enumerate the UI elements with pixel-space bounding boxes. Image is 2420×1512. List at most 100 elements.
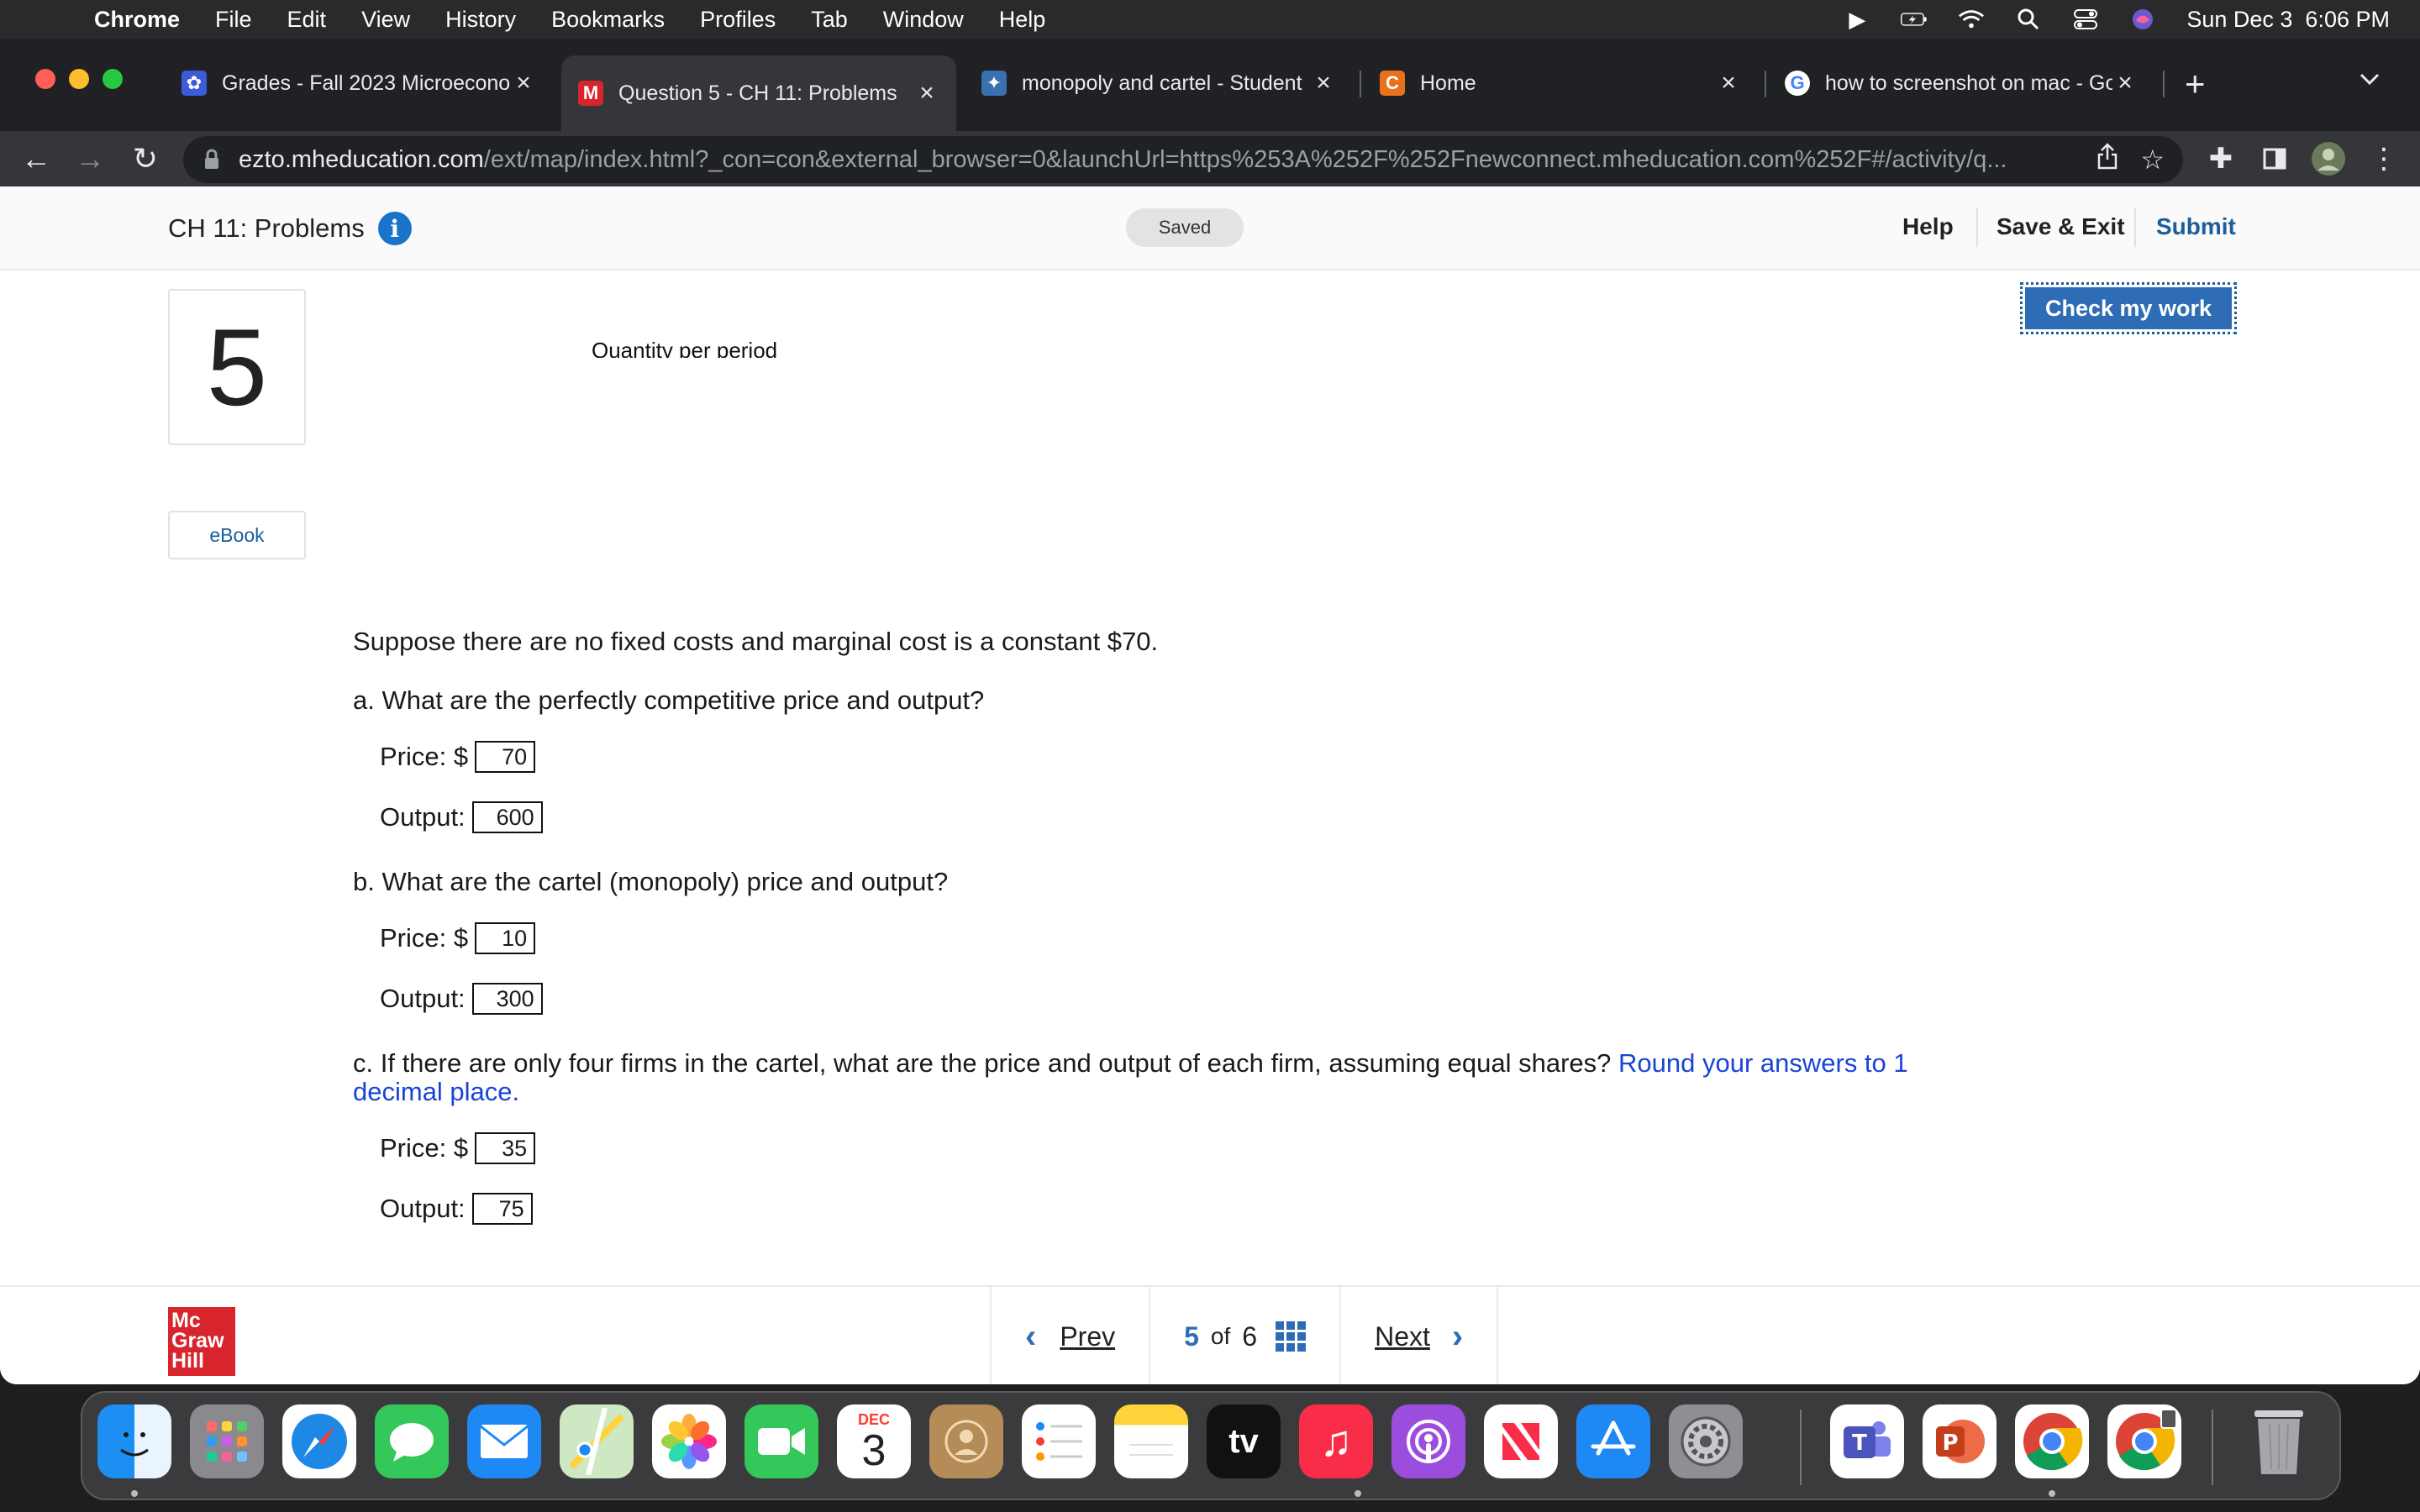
tab-question-5[interactable]: M Question 5 - CH 11: Problems × (561, 55, 956, 131)
system-settings-icon[interactable] (1669, 1404, 1743, 1478)
part-a-price-input[interactable]: 70 (475, 741, 536, 773)
tab-monopoly-cartel[interactable]: ✦ monopoly and cartel - Student × (965, 59, 1353, 108)
output-label: Output: (380, 1194, 466, 1223)
photos-icon[interactable] (652, 1404, 726, 1478)
facetime-icon[interactable] (744, 1404, 818, 1478)
part-c-price-input[interactable]: 35 (475, 1132, 536, 1164)
contacts-icon[interactable] (929, 1404, 1003, 1478)
browser-tab-strip: ✿ Grades - Fall 2023 Microeconomics × M … (0, 39, 2420, 131)
help-link[interactable]: Help (1902, 213, 1954, 240)
close-window-button[interactable] (35, 69, 55, 89)
menu-edit[interactable]: Edit (287, 7, 327, 33)
chevron-left-icon: ‹ (1025, 1317, 1037, 1355)
tab-divider (1765, 71, 1766, 97)
question-index[interactable]: 5 of 6 (1149, 1287, 1339, 1384)
chrome-beta-icon[interactable] (2107, 1404, 2181, 1478)
part-b-price-input[interactable]: 10 (475, 922, 536, 954)
siri-icon[interactable] (2129, 8, 2156, 31)
side-panel-icon[interactable] (2255, 139, 2294, 178)
tab-close-icon[interactable]: × (914, 79, 939, 108)
menu-tab[interactable]: Tab (811, 7, 848, 33)
menu-clock[interactable]: Sun Dec 3 6:06 PM (2186, 7, 2390, 33)
tab-close-icon[interactable]: × (511, 69, 536, 97)
reload-icon[interactable]: ↻ (126, 139, 165, 178)
submit-link[interactable]: Submit (2156, 213, 2236, 240)
tab-home[interactable]: C Home × (1363, 59, 1758, 108)
apple-tv-icon[interactable]: tv (1207, 1404, 1281, 1478)
part-a-output-input[interactable]: 600 (471, 801, 543, 833)
calendar-icon[interactable]: DEC 3 (837, 1404, 911, 1478)
tab-close-icon[interactable]: × (1311, 69, 1336, 97)
assignment-title: CH 11: Problems i (168, 212, 412, 245)
app-store-icon[interactable] (1576, 1404, 1650, 1478)
share-icon[interactable] (2096, 143, 2118, 176)
chrome-menu-icon[interactable]: ⋮ (2365, 139, 2403, 178)
control-center-icon[interactable] (2072, 8, 2099, 31)
part-c-output-input[interactable]: 75 (471, 1193, 533, 1225)
battery-icon[interactable] (1901, 8, 1928, 31)
menu-bookmarks[interactable]: Bookmarks (551, 7, 665, 33)
reminders-icon[interactable] (1022, 1404, 1096, 1478)
mail-icon[interactable] (467, 1404, 541, 1478)
zoom-window-button[interactable] (103, 69, 123, 89)
part-b-output-input[interactable]: 300 (471, 983, 543, 1015)
header-divider (1976, 208, 1978, 247)
menu-help[interactable]: Help (999, 7, 1046, 33)
minimize-window-button[interactable] (69, 69, 89, 89)
url-host: ezto.mheducation.com (239, 145, 484, 173)
address-bar[interactable]: ezto.mheducation.com /ext/map/index.html… (183, 136, 2183, 183)
menu-app-name[interactable]: Chrome (94, 7, 180, 33)
forward-arrow-icon[interactable]: → (71, 139, 109, 178)
menu-file[interactable]: File (215, 7, 252, 33)
rounding-instruction: Round your answers to 1 (1618, 1048, 1908, 1078)
new-tab-plus-icon[interactable]: + (2185, 64, 2206, 104)
svg-text:P: P (1942, 1431, 1958, 1456)
notes-icon[interactable] (1114, 1404, 1188, 1478)
next-button[interactable]: Next › (1339, 1287, 1499, 1384)
tab-divider (1360, 71, 1361, 97)
podcasts-icon[interactable] (1392, 1404, 1465, 1478)
macos-dock: DEC 3 tv ♫ T P (81, 1391, 2341, 1500)
check-my-work-button[interactable]: Check my work (2020, 282, 2237, 334)
news-icon[interactable] (1484, 1404, 1558, 1478)
messages-icon[interactable] (375, 1404, 449, 1478)
menu-window[interactable]: Window (883, 7, 964, 33)
info-icon[interactable]: i (377, 212, 412, 245)
tab-screenshot-search[interactable]: G how to screenshot on mac - Google × (1768, 59, 2154, 108)
play-icon[interactable]: ▶ (1844, 7, 1870, 32)
tab-grades[interactable]: ✿ Grades - Fall 2023 Microeconomics × (165, 59, 553, 108)
menu-profiles[interactable]: Profiles (700, 7, 776, 33)
tab-search-chevron-down-icon[interactable] (2358, 71, 2381, 92)
wifi-icon[interactable] (1958, 8, 1985, 31)
tab-close-icon[interactable]: × (1716, 69, 1741, 97)
trash-icon[interactable] (2242, 1404, 2316, 1478)
ebook-button[interactable]: eBook (168, 511, 306, 559)
back-arrow-icon[interactable]: ← (17, 139, 55, 178)
chrome-icon[interactable] (2015, 1404, 2089, 1478)
question-grid-icon[interactable] (1276, 1321, 1307, 1352)
profile-avatar[interactable] (2309, 139, 2348, 178)
finder-icon[interactable] (97, 1404, 171, 1478)
assignment-title-text: CH 11: Problems (168, 213, 365, 243)
next-label: Next (1375, 1320, 1430, 1352)
spotlight-search-icon[interactable] (2015, 8, 2042, 31)
safari-icon[interactable] (282, 1404, 356, 1478)
tab-title: monopoly and cartel - Student (1022, 71, 1302, 95)
maps-icon[interactable] (560, 1404, 634, 1478)
current-question-number: 5 (1184, 1320, 1199, 1352)
tab-close-icon[interactable]: × (2112, 69, 2138, 97)
music-icon[interactable]: ♫ (1299, 1404, 1373, 1478)
student-site-favicon-icon: ✦ (981, 71, 1007, 96)
save-exit-link[interactable]: Save & Exit (1996, 213, 2125, 240)
extensions-puzzle-icon[interactable]: ✚ (2202, 139, 2240, 178)
menu-history[interactable]: History (445, 7, 516, 33)
part-a-price-row: Price: $ 70 (380, 741, 536, 773)
prev-button[interactable]: ‹ Prev (990, 1287, 1149, 1384)
lock-icon[interactable] (203, 149, 222, 171)
powerpoint-icon[interactable]: P (1923, 1404, 1996, 1478)
launchpad-icon[interactable] (190, 1404, 264, 1478)
calendar-day: 3 (861, 1425, 886, 1475)
teams-icon[interactable]: T (1830, 1404, 1904, 1478)
bookmark-star-icon[interactable]: ☆ (2140, 144, 2165, 176)
menu-view[interactable]: View (361, 7, 410, 33)
